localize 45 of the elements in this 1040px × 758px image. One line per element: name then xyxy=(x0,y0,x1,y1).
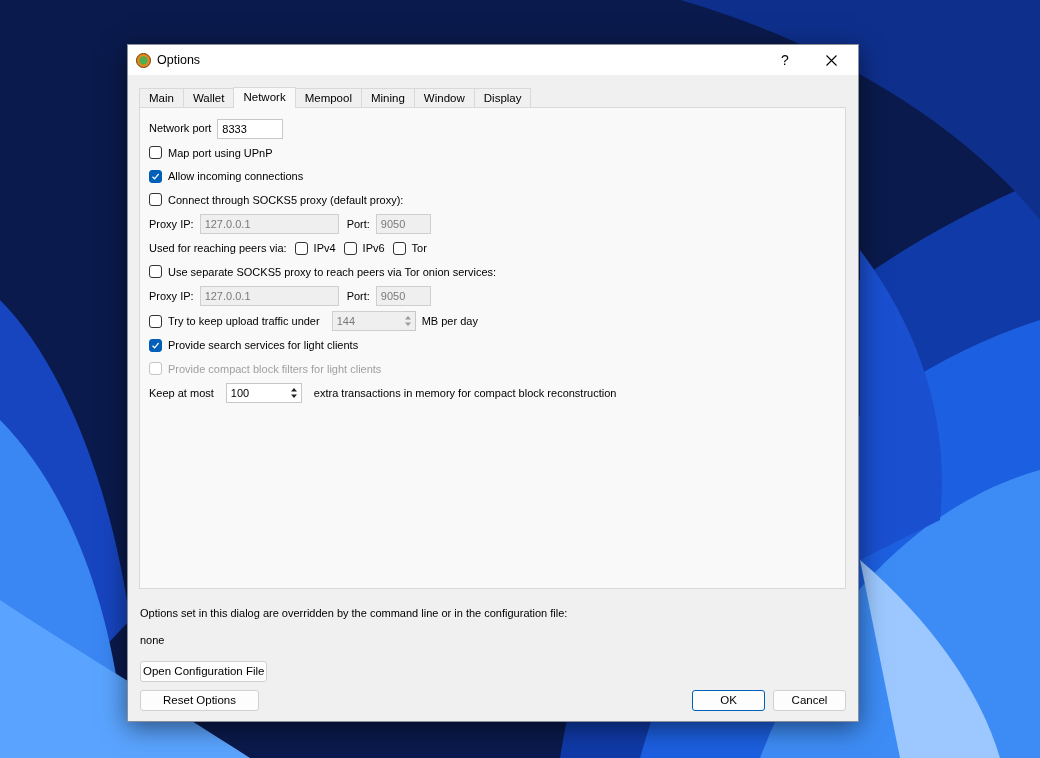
checkbox-label: Try to keep upload traffic under xyxy=(168,313,320,329)
check-icon xyxy=(151,171,160,181)
check-icon xyxy=(151,340,160,350)
checkbox[interactable] xyxy=(343,241,357,255)
checkbox-label: IPv6 xyxy=(362,241,385,256)
close-icon xyxy=(825,54,837,66)
checkbox-label: Provide search services for light clients xyxy=(168,338,359,353)
input-field[interactable]: 8333 xyxy=(217,118,284,139)
label-text: Used for reaching peers via: xyxy=(149,241,287,256)
notice-value: none xyxy=(140,632,166,648)
checkbox[interactable] xyxy=(149,338,162,352)
button[interactable]: Open Configuration File xyxy=(140,661,268,682)
label-text: Port: xyxy=(346,216,370,232)
checkbox[interactable] xyxy=(392,241,406,255)
checkbox-label: Map port using UPnP xyxy=(168,145,273,161)
checkbox[interactable] xyxy=(149,169,162,183)
checkbox-label: Tor xyxy=(411,241,427,256)
window-title: Options xyxy=(157,51,201,69)
label-text: Port: xyxy=(346,288,370,304)
tab[interactable]: Mempool xyxy=(294,88,362,107)
button[interactable]: OK xyxy=(692,690,765,711)
button[interactable]: Cancel xyxy=(773,690,846,711)
checkbox-label: Use separate SOCKS5 proxy to reach peers via Tor onion services: xyxy=(168,264,497,280)
checkbox-label: Provide compact block filters for light clients xyxy=(168,361,382,377)
notice-text: Options set in this dialog are overridden by the command line or in the configuration file: xyxy=(140,606,569,621)
label-text: MB per day xyxy=(421,313,478,329)
checkbox[interactable] xyxy=(149,193,162,207)
checkbox[interactable] xyxy=(149,265,162,279)
label-text: Network port xyxy=(149,121,212,137)
checkbox-label: Connect through SOCKS5 proxy (default proxy): xyxy=(168,192,404,208)
checkbox-label: Allow incoming connections xyxy=(168,169,304,184)
checkbox[interactable] xyxy=(149,146,162,160)
tab[interactable]: Display xyxy=(473,88,532,107)
tab[interactable]: Network xyxy=(233,87,296,108)
label-text: extra transactions in memory for compact block reconstruction xyxy=(313,385,617,401)
label-text: Keep at most xyxy=(149,385,214,401)
checkbox-label: IPv4 xyxy=(313,241,336,256)
label-text: Proxy IP: xyxy=(149,288,194,304)
app-logo-icon xyxy=(136,52,151,68)
help-button[interactable]: ? xyxy=(762,45,808,75)
label-text: Proxy IP: xyxy=(149,216,194,232)
tab[interactable]: Mining xyxy=(360,88,415,107)
button[interactable]: Reset Options xyxy=(140,690,259,711)
checkbox[interactable] xyxy=(294,241,308,255)
tab[interactable]: Main xyxy=(139,88,184,107)
